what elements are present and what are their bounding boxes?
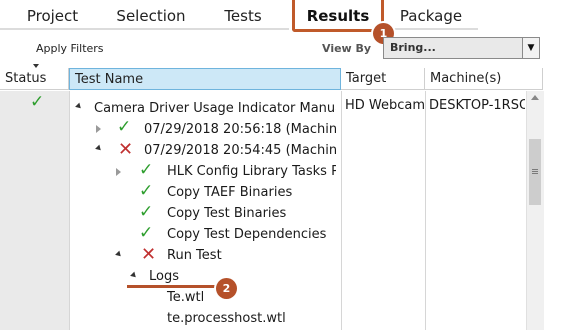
tree-item-run-20-56-18[interactable]: 07/29/2018 20:56:18 (Machine: D (144, 119, 336, 140)
tree-item-log-te-wtl[interactable]: Te.wtl (167, 287, 204, 308)
results-tab-highlight (292, 0, 384, 32)
tab-bar: Project Selection Tests Results Package (0, 0, 562, 33)
target-cell: HD Webcam (345, 98, 426, 113)
column-divider (69, 91, 70, 330)
check-icon: ✓ (139, 160, 154, 180)
column-divider (341, 91, 342, 330)
tab-selection[interactable]: Selection (105, 0, 197, 30)
grid-header: Status Test Name Target Machine(s) (0, 68, 562, 91)
expanded-triangle-icon[interactable] (75, 102, 83, 111)
tree-item-copy-test-binaries[interactable]: Copy Test Binaries (167, 203, 286, 224)
column-header-machines[interactable]: Machine(s) (425, 68, 543, 90)
apply-filters-button[interactable]: Apply Filters (36, 42, 104, 55)
expanded-triangle-icon[interactable] (115, 250, 123, 259)
status-column (0, 91, 69, 330)
x-icon: ✕ (118, 139, 134, 160)
column-header-test-name[interactable]: Test Name (69, 68, 341, 90)
tree-item-copy-test-dependencies[interactable]: Copy Test Dependencies (167, 224, 326, 245)
scrollbar-thumb[interactable] (529, 139, 541, 205)
tab-tests[interactable]: Tests (197, 0, 289, 30)
collapsed-triangle-icon[interactable] (96, 125, 101, 133)
view-by-label: View By (322, 42, 372, 55)
expanded-triangle-icon[interactable] (130, 271, 138, 280)
view-by-dropdown[interactable]: Bring... ▼ (383, 37, 540, 59)
check-icon: ✓ (139, 202, 154, 222)
machine-cell: DESKTOP-1RSO (429, 98, 525, 113)
view-by-value: Bring... (390, 41, 436, 54)
tab-project[interactable]: Project (0, 0, 105, 30)
check-icon: ✓ (30, 92, 45, 112)
tree-item-camera-driver-test[interactable]: Camera Driver Usage Indicator Manual T (94, 98, 336, 119)
column-divider (425, 91, 426, 330)
tree-item-copy-taef[interactable]: Copy TAEF Binaries (167, 182, 292, 203)
tree-item-logs[interactable]: Logs (149, 266, 179, 287)
expanded-triangle-icon[interactable] (95, 144, 103, 153)
chevron-down-icon[interactable]: ▼ (522, 38, 539, 58)
x-icon: ✕ (141, 244, 157, 265)
check-icon: ✓ (117, 117, 132, 137)
vertical-scrollbar[interactable] (526, 91, 544, 330)
column-header-status[interactable]: Status (0, 68, 69, 90)
grip-line (532, 173, 538, 174)
check-icon: ✓ (139, 181, 154, 201)
grip-line (532, 169, 538, 170)
tree-item-run-20-54-45[interactable]: 07/29/2018 20:54:45 (Machine: D (144, 140, 336, 161)
tab-package[interactable]: Package (384, 0, 478, 30)
callout-badge-2: 2 (216, 278, 237, 299)
tree-item-hlk-config[interactable]: HLK Config Library Tasks Per (167, 161, 336, 182)
scroll-up-icon[interactable] (531, 95, 539, 100)
column-header-target[interactable]: Target (341, 68, 425, 90)
grip-line (532, 171, 538, 172)
collapsed-triangle-icon[interactable] (116, 168, 121, 176)
tree-item-run-test[interactable]: Run Test (167, 245, 222, 266)
tree-item-log-te-processhost[interactable]: te.processhost.wtl (167, 308, 286, 329)
check-icon: ✓ (139, 223, 154, 243)
